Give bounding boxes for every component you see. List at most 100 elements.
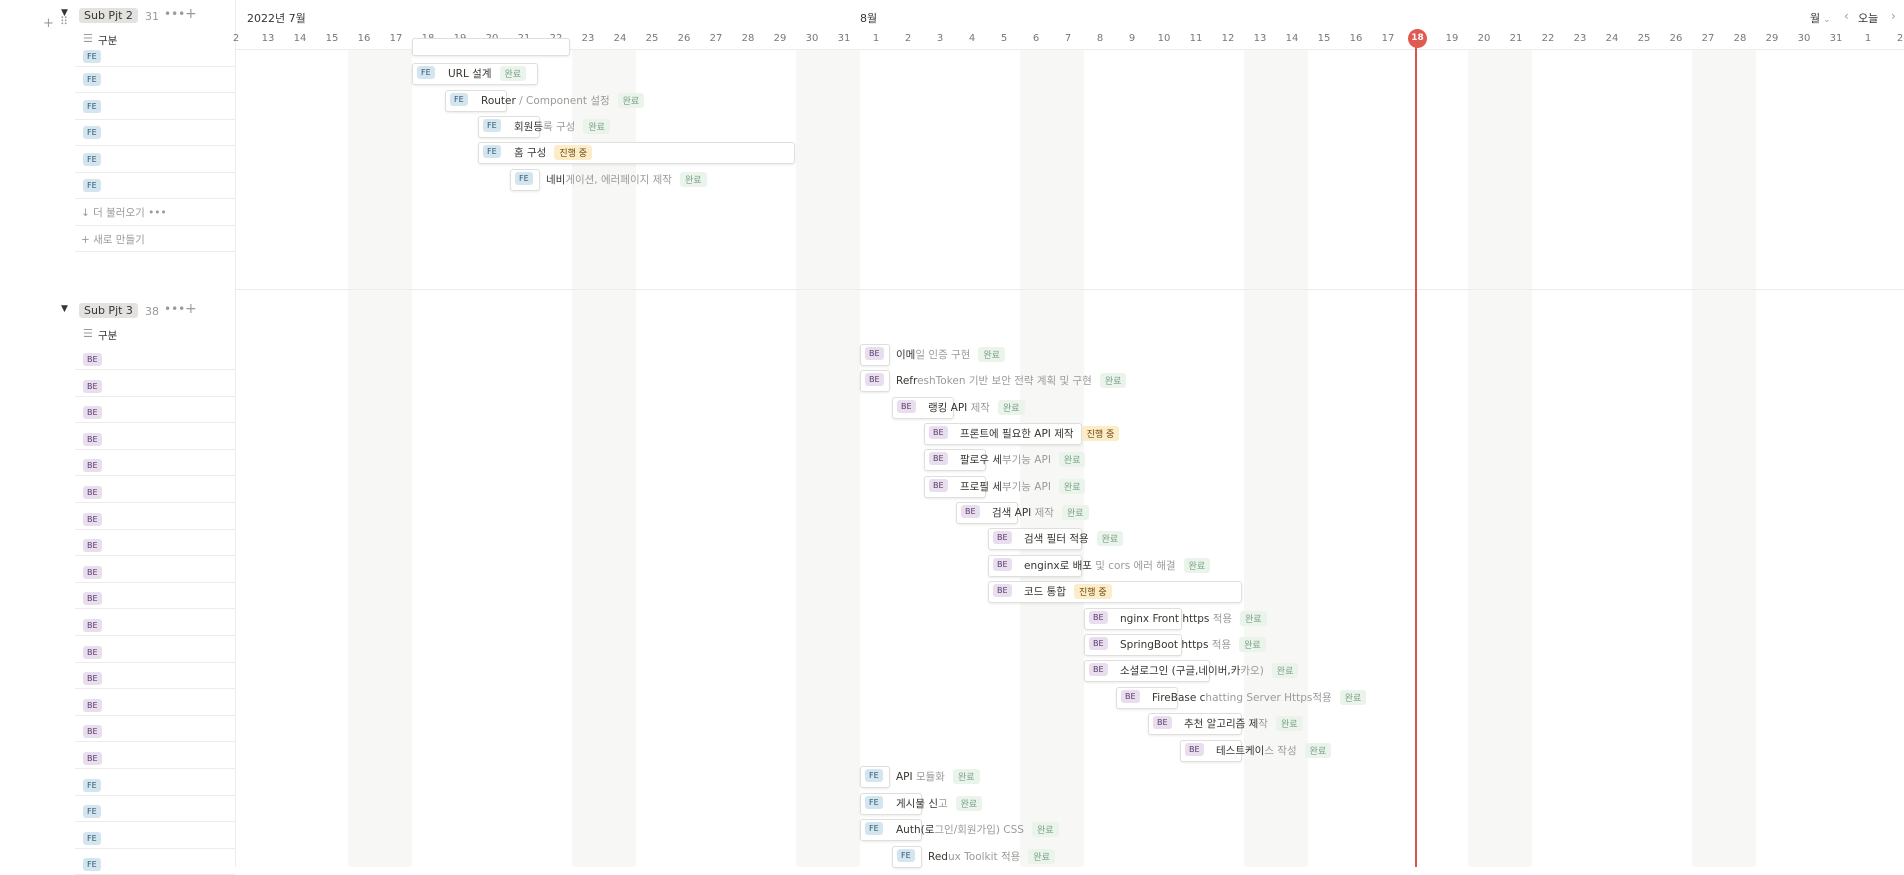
day-label: 14	[1285, 33, 1299, 44]
row-tag: BE	[83, 725, 102, 739]
prev-arrow-icon[interactable]: ‹	[1844, 9, 1849, 23]
row-tag: BE	[83, 619, 102, 632]
more-icon[interactable]: •••	[164, 302, 185, 316]
task-tag: BE	[929, 452, 948, 465]
task-title: API 모듈화	[896, 771, 945, 783]
task-tag: BE	[1185, 743, 1204, 756]
collapse-triangle-icon[interactable]: ▼	[61, 304, 68, 314]
status-badge: 완료	[617, 93, 645, 108]
day-label: 30	[805, 33, 819, 44]
task-tag: BE	[1089, 637, 1108, 650]
task-tag: BE	[865, 373, 884, 386]
status-badge: 완료	[679, 172, 707, 187]
task-title: 이메일 인증 구현	[896, 349, 971, 361]
today-button[interactable]: 오늘	[1858, 10, 1878, 26]
task-tag: FE	[483, 145, 501, 158]
group-title-sub-pjt-2[interactable]: Sub Pjt 2	[79, 8, 138, 23]
arrow-down-icon: ↓	[81, 207, 94, 219]
row-tag: BE	[83, 379, 102, 393]
day-label: 13	[1253, 33, 1267, 44]
task-title: Auth(로그인/회원가입) CSS	[896, 824, 1024, 836]
day-label: 5	[1000, 33, 1008, 44]
status-badge: 완료	[1096, 531, 1124, 546]
next-arrow-icon[interactable]: ›	[1891, 9, 1896, 23]
task-title: Router / Component 설정	[481, 95, 610, 107]
task-tag: FE	[897, 849, 915, 862]
status-badge: 완료	[499, 66, 527, 81]
row-tag: FE	[83, 858, 101, 872]
row-tag: FE	[83, 126, 101, 139]
load-more-button[interactable]: ↓ 더 불러오기 •••	[81, 205, 167, 220]
day-label: 27	[1701, 33, 1715, 44]
row-tag: BE	[83, 459, 102, 473]
add-icon[interactable]: +	[185, 301, 197, 317]
task-title: 랭킹 API 제작	[928, 402, 990, 414]
task-title: nginx Front https 적용	[1120, 613, 1233, 625]
row-tag: BE	[83, 539, 102, 553]
row-tag: FE	[83, 179, 101, 192]
task-title: 검색 API 제작	[992, 507, 1054, 519]
view-selector[interactable]: 월 ⌄	[1810, 10, 1831, 26]
task-tag: FE	[865, 796, 883, 809]
day-label: 27	[709, 33, 723, 44]
task-tag: BE	[1153, 716, 1172, 729]
row-tag: BE	[83, 432, 102, 446]
task-tag: FE	[865, 822, 883, 835]
task-bar[interactable]	[412, 38, 570, 56]
status-badge: 완료	[978, 347, 1005, 362]
day-label: 7	[1064, 33, 1072, 44]
plus-icon: +	[81, 234, 94, 246]
day-label: 1	[872, 33, 880, 44]
day-label: 12	[1221, 33, 1235, 44]
add-icon[interactable]: +	[43, 16, 54, 31]
chevron-down-icon: ⌄	[1820, 15, 1831, 25]
day-label: 25	[1637, 33, 1651, 44]
day-label: 1	[1864, 33, 1872, 44]
day-label: 28	[1733, 33, 1747, 44]
status-badge: 완료	[1339, 690, 1367, 705]
task-tag: BE	[929, 426, 948, 439]
status-badge: 완료	[997, 400, 1025, 415]
day-label: 10	[1157, 33, 1171, 44]
status-badge: 완료	[1275, 716, 1303, 731]
task-title: 프로필 세부기능 API	[960, 481, 1051, 493]
day-label: 29	[1765, 33, 1779, 44]
day-label: 4	[968, 33, 976, 44]
day-label: 22	[1541, 33, 1555, 44]
new-item-button[interactable]: + 새로 만들기	[81, 232, 145, 247]
task-title: 검색 필터 적용	[1024, 533, 1089, 545]
group-count: 31	[145, 10, 159, 23]
row-tag: FE	[83, 100, 101, 113]
list-icon: ☰	[83, 327, 93, 340]
add-icon[interactable]: +	[185, 6, 197, 22]
task-tag: BE	[1121, 690, 1140, 703]
day-label: 11	[1189, 33, 1203, 44]
list-icon: ☰	[83, 32, 93, 45]
row-tag: BE	[83, 353, 102, 366]
task-title: 프론트에 필요한 API 제작	[960, 428, 1074, 440]
status-badge: 완료	[955, 796, 983, 811]
status-badge: 완료	[1058, 479, 1086, 494]
day-label: 17	[389, 33, 403, 44]
month-label-july: 2022년 7월	[247, 12, 306, 25]
day-label: 2	[1896, 33, 1904, 44]
collapse-triangle-icon[interactable]: ▼	[61, 8, 68, 18]
status-badge: 완료	[1058, 452, 1086, 467]
day-label: 16	[357, 33, 371, 44]
status-badge: 완료	[1099, 373, 1127, 388]
task-title: FireBase chatting Server Https적용	[1152, 692, 1332, 704]
task-title: enginx로 배포 및 cors 에러 해결	[1024, 560, 1176, 572]
day-label: 2	[904, 33, 912, 44]
month-label-august: 8월	[860, 12, 878, 25]
day-label: 24	[613, 33, 627, 44]
more-icon[interactable]: •••	[164, 7, 185, 21]
row-tag: FE	[83, 153, 101, 166]
row-tag: FE	[83, 73, 101, 86]
task-tag: BE	[1089, 663, 1108, 676]
row-tag: BE	[83, 645, 102, 659]
status-badge: 완료	[1183, 558, 1211, 573]
day-label: 9	[1128, 33, 1136, 44]
day-label: 23	[581, 33, 595, 44]
status-badge: 완료	[1031, 822, 1059, 837]
group-title-sub-pjt-3[interactable]: Sub Pjt 3	[79, 303, 138, 318]
